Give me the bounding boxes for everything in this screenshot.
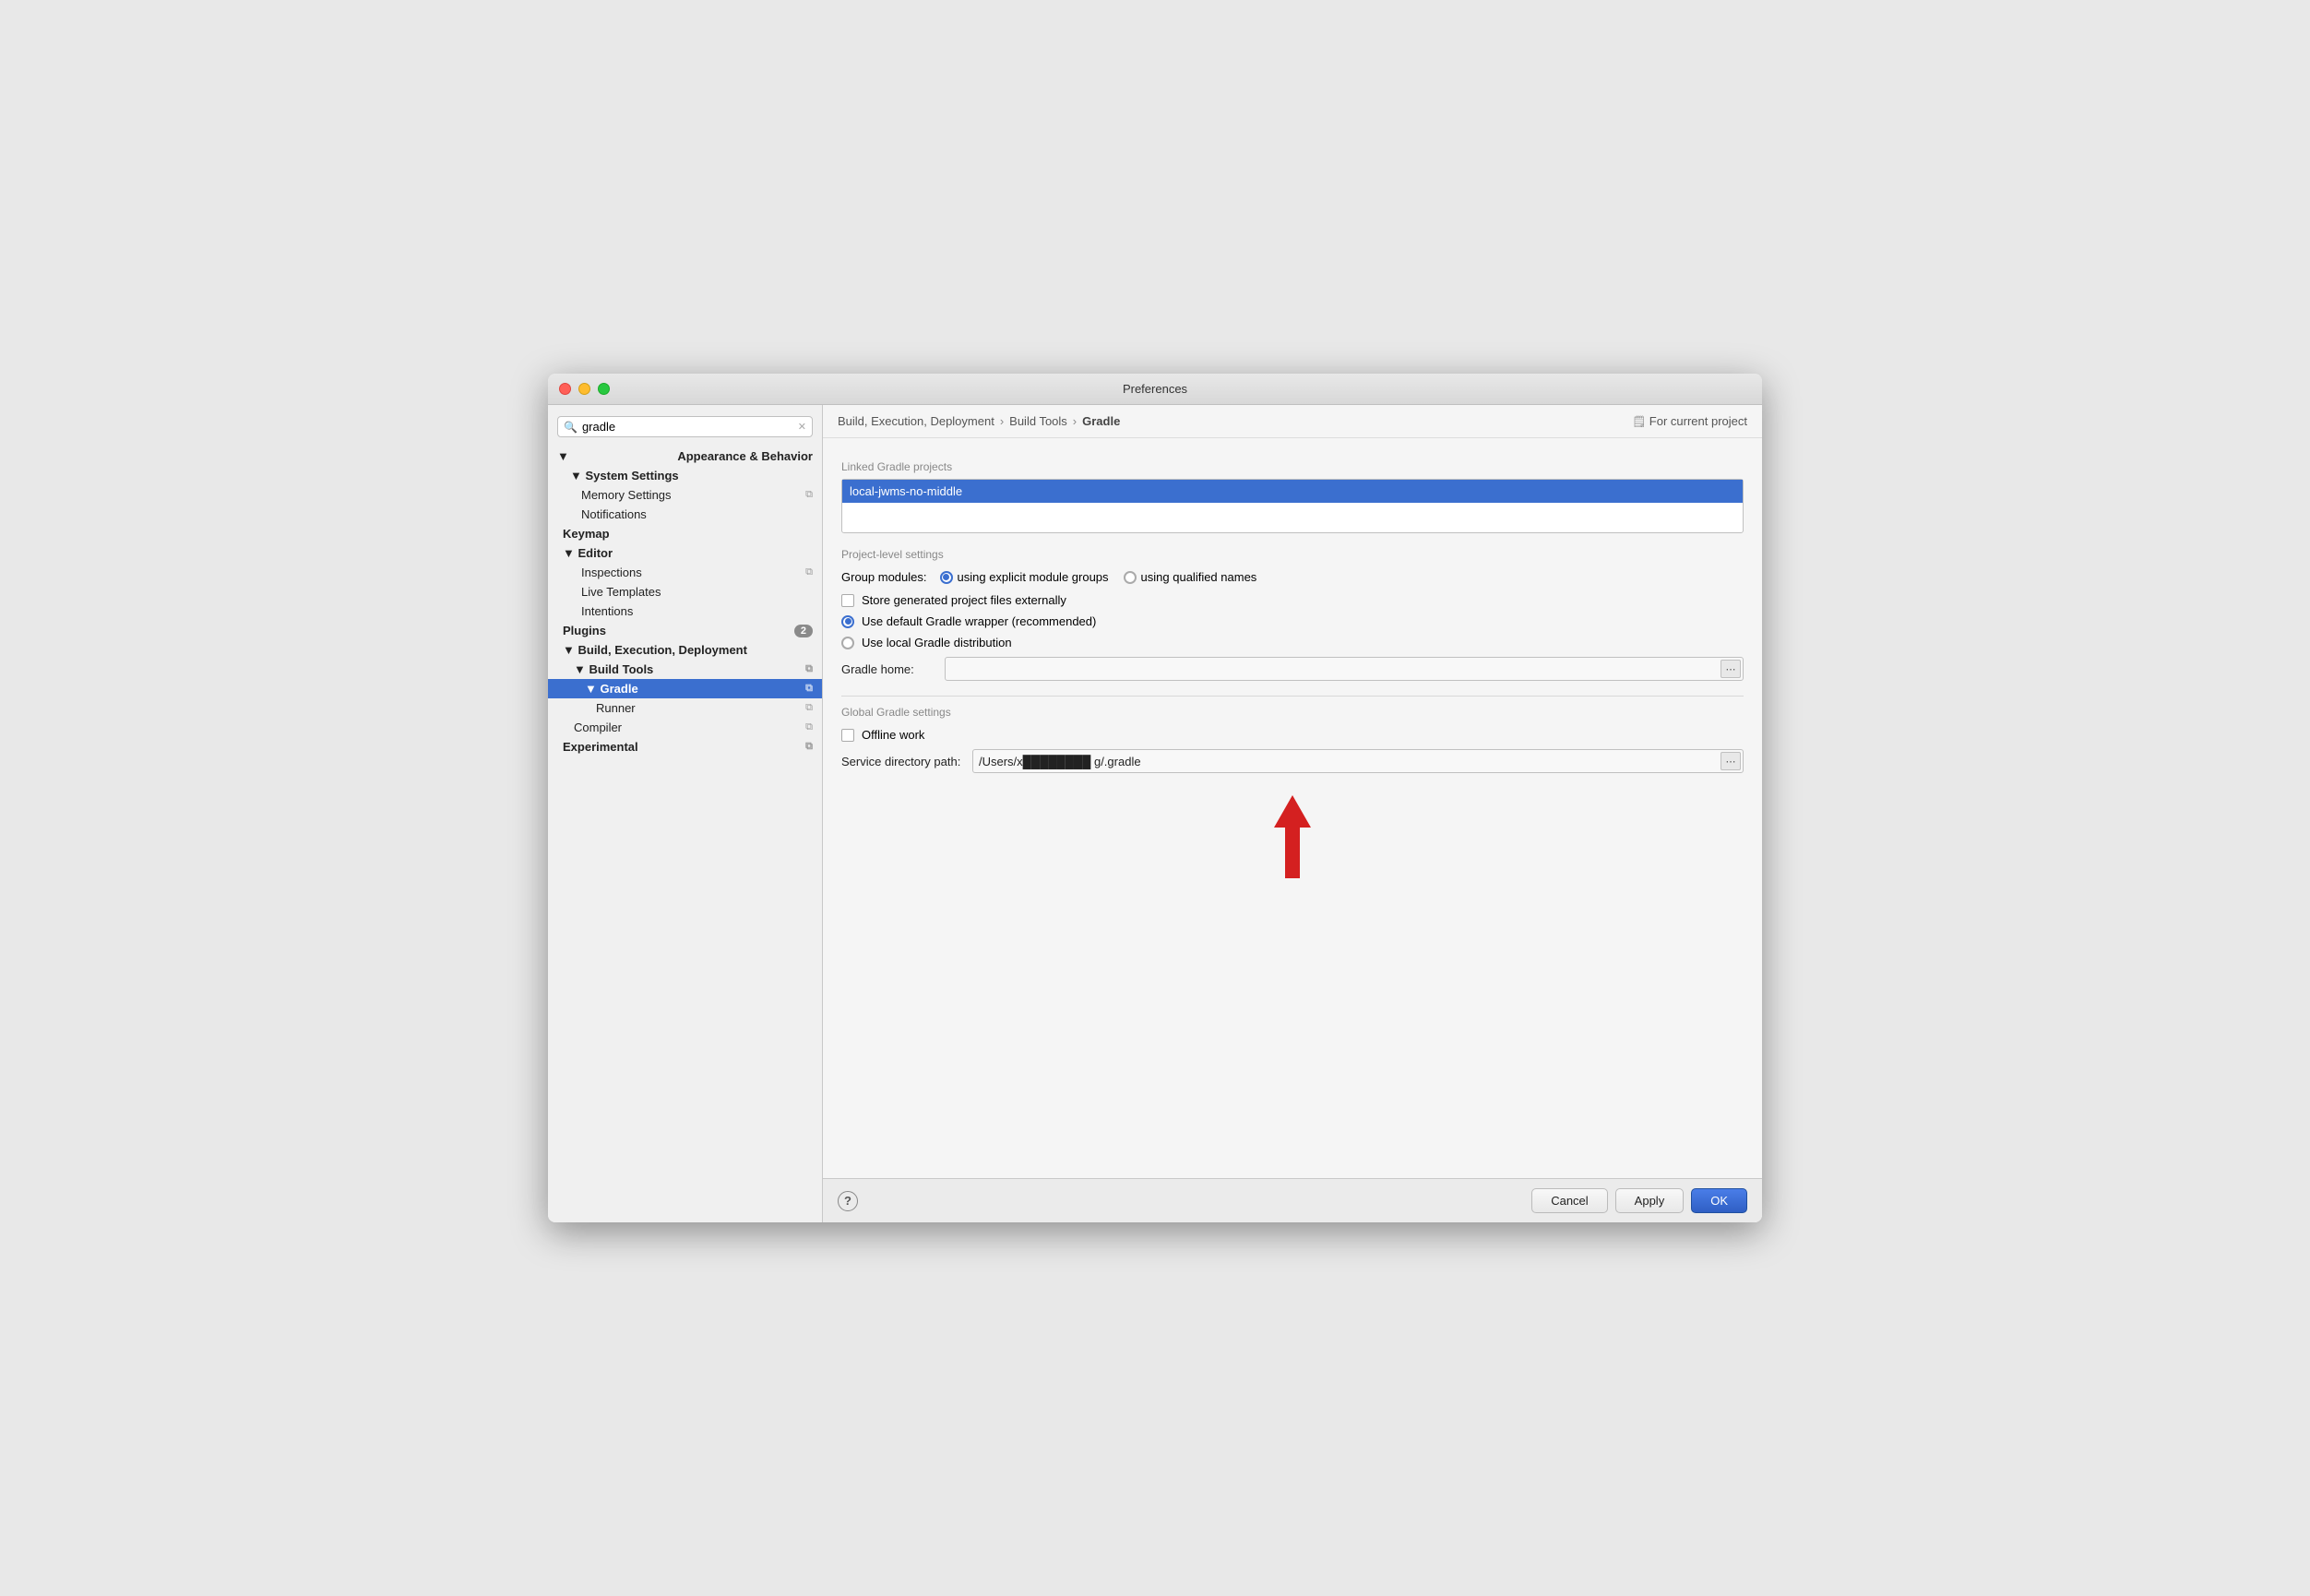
linked-projects-box: local-jwms-no-middle xyxy=(841,479,1744,533)
triangle-icon: ▼ xyxy=(570,469,585,482)
gradle-home-field[interactable]: ⋯ xyxy=(945,657,1744,681)
red-arrow-svg xyxy=(1265,795,1320,878)
sidebar-item-compiler[interactable]: Compiler ⧉ xyxy=(548,718,822,737)
sidebar-item-build-tools[interactable]: ▼ Build Tools ⧉ xyxy=(548,660,822,679)
close-button[interactable] xyxy=(559,383,571,395)
copy-icon-experimental: ⧉ xyxy=(805,741,813,753)
sidebar-item-intentions[interactable]: Intentions xyxy=(548,601,822,621)
use-local-row[interactable]: Use local Gradle distribution xyxy=(841,636,1744,649)
service-dir-value: /Users/x████████ g/.gradle xyxy=(979,755,1141,768)
service-dir-label: Service directory path: xyxy=(841,755,961,768)
copy-icon-compiler: ⧉ xyxy=(805,721,813,733)
breadcrumb-part-1: Build, Execution, Deployment xyxy=(838,414,994,428)
gradle-home-label: Gradle home: xyxy=(841,662,934,676)
breadcrumb-sep-1: › xyxy=(1000,414,1004,428)
offline-work-row[interactable]: Offline work xyxy=(841,728,1744,742)
minimize-button[interactable] xyxy=(578,383,590,395)
group-modules-label: Group modules: xyxy=(841,570,927,584)
copy-icon-runner: ⧉ xyxy=(805,702,813,714)
triangle-icon: ▼ xyxy=(585,682,600,696)
triangle-icon: ▼ xyxy=(574,662,589,676)
triangle-icon: ▼ xyxy=(557,449,569,463)
ok-button[interactable]: OK xyxy=(1691,1188,1747,1213)
triangle-icon: ▼ xyxy=(563,546,578,560)
radio-use-local[interactable] xyxy=(841,637,854,649)
group-modules-row: Group modules: using explicit module gro… xyxy=(841,570,1744,584)
traffic-lights xyxy=(559,383,610,395)
search-box[interactable]: 🔍 ✕ xyxy=(557,416,813,437)
search-input[interactable] xyxy=(582,420,793,434)
for-current-project: 🗒 For current project xyxy=(1632,414,1747,428)
radio-use-wrapper[interactable] xyxy=(841,615,854,628)
sidebar-item-experimental[interactable]: Experimental ⧉ xyxy=(548,737,822,756)
footer-right: Cancel Apply OK xyxy=(1531,1188,1747,1213)
sidebar-item-gradle[interactable]: ▼ Gradle ⧉ xyxy=(548,679,822,698)
right-panel: Build, Execution, Deployment › Build Too… xyxy=(823,405,1762,1222)
sidebar-item-live-templates[interactable]: Live Templates xyxy=(548,582,822,601)
radio-outer-qualified[interactable] xyxy=(1124,571,1137,584)
sidebar-item-plugins[interactable]: Plugins 2 xyxy=(548,621,822,640)
annotation-arrow xyxy=(841,795,1744,878)
offline-work-checkbox[interactable] xyxy=(841,729,854,742)
window-title: Preferences xyxy=(1123,382,1187,396)
radio-qualified-names[interactable]: using qualified names xyxy=(1124,570,1257,584)
store-externally-checkbox[interactable] xyxy=(841,594,854,607)
gradle-home-browse-button[interactable]: ⋯ xyxy=(1721,660,1741,678)
help-button[interactable]: ? xyxy=(838,1191,858,1211)
breadcrumb-part-2: Build Tools xyxy=(1009,414,1067,428)
use-wrapper-row[interactable]: Use default Gradle wrapper (recommended) xyxy=(841,614,1744,628)
panel-body: Linked Gradle projects local-jwms-no-mid… xyxy=(823,438,1762,1178)
apply-button[interactable]: Apply xyxy=(1615,1188,1685,1213)
cancel-button[interactable]: Cancel xyxy=(1531,1188,1607,1213)
group-modules-radio-group: using explicit module groups using quali… xyxy=(940,570,1257,584)
sidebar-item-runner[interactable]: Runner ⧉ xyxy=(548,698,822,718)
offline-work-label: Offline work xyxy=(862,728,924,742)
linked-projects-label: Linked Gradle projects xyxy=(841,460,1744,473)
radio-inner-wrapper xyxy=(845,618,851,625)
footer-left: ? xyxy=(838,1191,858,1211)
global-gradle-label: Global Gradle settings xyxy=(841,706,1744,719)
clear-search-icon[interactable]: ✕ xyxy=(798,421,806,433)
service-dir-row: Service directory path: /Users/x████████… xyxy=(841,749,1744,773)
sidebar-item-memory-settings[interactable]: Memory Settings ⧉ xyxy=(548,485,822,505)
search-icon: 🔍 xyxy=(564,421,578,434)
copy-icon-memory: ⧉ xyxy=(805,489,813,501)
service-dir-field[interactable]: /Users/x████████ g/.gradle ⋯ xyxy=(972,749,1744,773)
sidebar: 🔍 ✕ ▼ Appearance & Behavior ▼ System Set… xyxy=(548,405,823,1222)
title-bar: Preferences xyxy=(548,374,1762,405)
service-dir-browse-button[interactable]: ⋯ xyxy=(1721,752,1741,770)
copy-icon-gradle: ⧉ xyxy=(805,683,813,695)
main-content: 🔍 ✕ ▼ Appearance & Behavior ▼ System Set… xyxy=(548,405,1762,1222)
sidebar-item-inspections[interactable]: Inspections ⧉ xyxy=(548,563,822,582)
project-level-label: Project-level settings xyxy=(841,548,1744,561)
radio-outer-explicit[interactable] xyxy=(940,571,953,584)
linked-project-empty-area xyxy=(842,503,1743,532)
use-wrapper-label: Use default Gradle wrapper (recommended) xyxy=(862,614,1096,628)
triangle-icon: ▼ xyxy=(563,643,578,657)
sidebar-item-build-execution[interactable]: ▼ Build, Execution, Deployment xyxy=(548,640,822,660)
store-externally-row[interactable]: Store generated project files externally xyxy=(841,593,1744,607)
linked-project-item[interactable]: local-jwms-no-middle xyxy=(842,480,1743,503)
sidebar-item-system-settings[interactable]: ▼ System Settings xyxy=(548,466,822,485)
breadcrumb-sep-2: › xyxy=(1073,414,1077,428)
copy-icon-build-tools: ⧉ xyxy=(805,663,813,675)
store-externally-label: Store generated project files externally xyxy=(862,593,1066,607)
sidebar-item-appearance-behavior[interactable]: ▼ Appearance & Behavior xyxy=(548,447,822,466)
plugins-badge: 2 xyxy=(794,625,813,637)
sidebar-item-keymap[interactable]: Keymap xyxy=(548,524,822,543)
breadcrumb: Build, Execution, Deployment › Build Too… xyxy=(823,405,1762,438)
copy-icon-inspections: ⧉ xyxy=(805,566,813,578)
radio-inner-explicit xyxy=(943,574,949,580)
breadcrumb-part-3: Gradle xyxy=(1082,414,1120,428)
use-local-label: Use local Gradle distribution xyxy=(862,636,1012,649)
radio-explicit-groups[interactable]: using explicit module groups xyxy=(940,570,1109,584)
gradle-home-row: Gradle home: ⋯ xyxy=(841,657,1744,681)
sidebar-item-editor[interactable]: ▼ Editor xyxy=(548,543,822,563)
maximize-button[interactable] xyxy=(598,383,610,395)
sidebar-item-notifications[interactable]: Notifications xyxy=(548,505,822,524)
divider xyxy=(841,696,1744,697)
preferences-window: Preferences 🔍 ✕ ▼ Appearance & Behavior … xyxy=(548,374,1762,1222)
footer: ? Cancel Apply OK xyxy=(823,1178,1762,1222)
